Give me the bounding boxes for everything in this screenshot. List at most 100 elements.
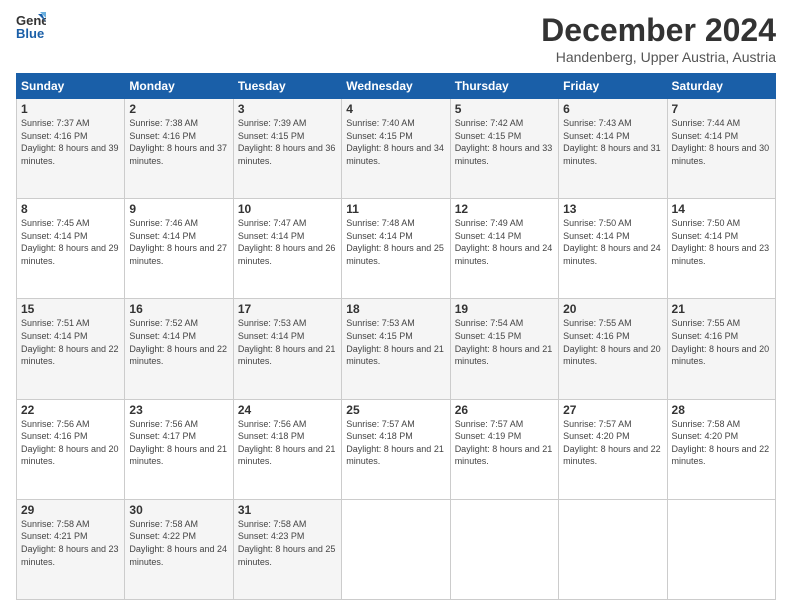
col-header-thursday: Thursday bbox=[450, 74, 558, 99]
cell-content: Sunrise: 7:45 AMSunset: 4:14 PMDaylight:… bbox=[21, 217, 120, 267]
cell-content: Sunrise: 7:46 AMSunset: 4:14 PMDaylight:… bbox=[129, 217, 228, 267]
cell-content: Sunrise: 7:42 AMSunset: 4:15 PMDaylight:… bbox=[455, 117, 554, 167]
week-row: 1Sunrise: 7:37 AMSunset: 4:16 PMDaylight… bbox=[17, 99, 776, 199]
calendar-cell: 25Sunrise: 7:57 AMSunset: 4:18 PMDayligh… bbox=[342, 399, 450, 499]
calendar-cell: 5Sunrise: 7:42 AMSunset: 4:15 PMDaylight… bbox=[450, 99, 558, 199]
day-number: 2 bbox=[129, 102, 228, 116]
calendar-cell: 2Sunrise: 7:38 AMSunset: 4:16 PMDaylight… bbox=[125, 99, 233, 199]
day-number: 21 bbox=[672, 302, 771, 316]
calendar-cell: 30Sunrise: 7:58 AMSunset: 4:22 PMDayligh… bbox=[125, 499, 233, 599]
logo-icon: General Blue bbox=[16, 12, 46, 40]
cell-content: Sunrise: 7:56 AMSunset: 4:17 PMDaylight:… bbox=[129, 418, 228, 468]
cell-content: Sunrise: 7:44 AMSunset: 4:14 PMDaylight:… bbox=[672, 117, 771, 167]
svg-text:Blue: Blue bbox=[16, 26, 44, 40]
calendar-cell bbox=[559, 499, 667, 599]
calendar-cell: 3Sunrise: 7:39 AMSunset: 4:15 PMDaylight… bbox=[233, 99, 341, 199]
cell-content: Sunrise: 7:52 AMSunset: 4:14 PMDaylight:… bbox=[129, 317, 228, 367]
cell-content: Sunrise: 7:43 AMSunset: 4:14 PMDaylight:… bbox=[563, 117, 662, 167]
main-title: December 2024 bbox=[541, 12, 776, 49]
day-number: 16 bbox=[129, 302, 228, 316]
calendar-table: SundayMondayTuesdayWednesdayThursdayFrid… bbox=[16, 73, 776, 600]
cell-content: Sunrise: 7:58 AMSunset: 4:22 PMDaylight:… bbox=[129, 518, 228, 568]
cell-content: Sunrise: 7:57 AMSunset: 4:20 PMDaylight:… bbox=[563, 418, 662, 468]
day-number: 20 bbox=[563, 302, 662, 316]
logo: General Blue bbox=[16, 12, 46, 40]
day-number: 14 bbox=[672, 202, 771, 216]
calendar-cell: 18Sunrise: 7:53 AMSunset: 4:15 PMDayligh… bbox=[342, 299, 450, 399]
subtitle: Handenberg, Upper Austria, Austria bbox=[541, 49, 776, 65]
calendar-cell: 23Sunrise: 7:56 AMSunset: 4:17 PMDayligh… bbox=[125, 399, 233, 499]
day-number: 1 bbox=[21, 102, 120, 116]
day-number: 30 bbox=[129, 503, 228, 517]
col-header-sunday: Sunday bbox=[17, 74, 125, 99]
calendar-cell: 20Sunrise: 7:55 AMSunset: 4:16 PMDayligh… bbox=[559, 299, 667, 399]
title-block: December 2024 Handenberg, Upper Austria,… bbox=[541, 12, 776, 65]
calendar-cell: 11Sunrise: 7:48 AMSunset: 4:14 PMDayligh… bbox=[342, 199, 450, 299]
week-row: 8Sunrise: 7:45 AMSunset: 4:14 PMDaylight… bbox=[17, 199, 776, 299]
calendar-cell: 19Sunrise: 7:54 AMSunset: 4:15 PMDayligh… bbox=[450, 299, 558, 399]
day-number: 28 bbox=[672, 403, 771, 417]
calendar-cell: 7Sunrise: 7:44 AMSunset: 4:14 PMDaylight… bbox=[667, 99, 775, 199]
week-row: 15Sunrise: 7:51 AMSunset: 4:14 PMDayligh… bbox=[17, 299, 776, 399]
day-number: 9 bbox=[129, 202, 228, 216]
day-number: 3 bbox=[238, 102, 337, 116]
day-number: 10 bbox=[238, 202, 337, 216]
day-number: 7 bbox=[672, 102, 771, 116]
cell-content: Sunrise: 7:37 AMSunset: 4:16 PMDaylight:… bbox=[21, 117, 120, 167]
page: General Blue December 2024 Handenberg, U… bbox=[0, 0, 792, 612]
cell-content: Sunrise: 7:47 AMSunset: 4:14 PMDaylight:… bbox=[238, 217, 337, 267]
day-number: 23 bbox=[129, 403, 228, 417]
cell-content: Sunrise: 7:56 AMSunset: 4:16 PMDaylight:… bbox=[21, 418, 120, 468]
cell-content: Sunrise: 7:56 AMSunset: 4:18 PMDaylight:… bbox=[238, 418, 337, 468]
calendar-cell: 26Sunrise: 7:57 AMSunset: 4:19 PMDayligh… bbox=[450, 399, 558, 499]
day-number: 27 bbox=[563, 403, 662, 417]
col-header-monday: Monday bbox=[125, 74, 233, 99]
cell-content: Sunrise: 7:58 AMSunset: 4:23 PMDaylight:… bbox=[238, 518, 337, 568]
calendar-cell bbox=[667, 499, 775, 599]
cell-content: Sunrise: 7:55 AMSunset: 4:16 PMDaylight:… bbox=[672, 317, 771, 367]
calendar-cell: 10Sunrise: 7:47 AMSunset: 4:14 PMDayligh… bbox=[233, 199, 341, 299]
calendar-cell: 24Sunrise: 7:56 AMSunset: 4:18 PMDayligh… bbox=[233, 399, 341, 499]
calendar-cell: 29Sunrise: 7:58 AMSunset: 4:21 PMDayligh… bbox=[17, 499, 125, 599]
cell-content: Sunrise: 7:50 AMSunset: 4:14 PMDaylight:… bbox=[563, 217, 662, 267]
calendar-cell: 16Sunrise: 7:52 AMSunset: 4:14 PMDayligh… bbox=[125, 299, 233, 399]
cell-content: Sunrise: 7:51 AMSunset: 4:14 PMDaylight:… bbox=[21, 317, 120, 367]
header: General Blue December 2024 Handenberg, U… bbox=[16, 12, 776, 65]
cell-content: Sunrise: 7:53 AMSunset: 4:14 PMDaylight:… bbox=[238, 317, 337, 367]
day-number: 17 bbox=[238, 302, 337, 316]
day-number: 24 bbox=[238, 403, 337, 417]
day-number: 18 bbox=[346, 302, 445, 316]
calendar-cell: 14Sunrise: 7:50 AMSunset: 4:14 PMDayligh… bbox=[667, 199, 775, 299]
cell-content: Sunrise: 7:57 AMSunset: 4:19 PMDaylight:… bbox=[455, 418, 554, 468]
cell-content: Sunrise: 7:54 AMSunset: 4:15 PMDaylight:… bbox=[455, 317, 554, 367]
cell-content: Sunrise: 7:58 AMSunset: 4:21 PMDaylight:… bbox=[21, 518, 120, 568]
cell-content: Sunrise: 7:40 AMSunset: 4:15 PMDaylight:… bbox=[346, 117, 445, 167]
cell-content: Sunrise: 7:38 AMSunset: 4:16 PMDaylight:… bbox=[129, 117, 228, 167]
day-number: 31 bbox=[238, 503, 337, 517]
day-number: 25 bbox=[346, 403, 445, 417]
cell-content: Sunrise: 7:57 AMSunset: 4:18 PMDaylight:… bbox=[346, 418, 445, 468]
calendar-cell: 31Sunrise: 7:58 AMSunset: 4:23 PMDayligh… bbox=[233, 499, 341, 599]
cell-content: Sunrise: 7:49 AMSunset: 4:14 PMDaylight:… bbox=[455, 217, 554, 267]
day-number: 5 bbox=[455, 102, 554, 116]
calendar-cell: 4Sunrise: 7:40 AMSunset: 4:15 PMDaylight… bbox=[342, 99, 450, 199]
calendar-cell: 22Sunrise: 7:56 AMSunset: 4:16 PMDayligh… bbox=[17, 399, 125, 499]
cell-content: Sunrise: 7:55 AMSunset: 4:16 PMDaylight:… bbox=[563, 317, 662, 367]
day-number: 22 bbox=[21, 403, 120, 417]
calendar-cell: 21Sunrise: 7:55 AMSunset: 4:16 PMDayligh… bbox=[667, 299, 775, 399]
calendar-cell bbox=[450, 499, 558, 599]
calendar-cell: 1Sunrise: 7:37 AMSunset: 4:16 PMDaylight… bbox=[17, 99, 125, 199]
day-number: 12 bbox=[455, 202, 554, 216]
week-row: 22Sunrise: 7:56 AMSunset: 4:16 PMDayligh… bbox=[17, 399, 776, 499]
col-header-saturday: Saturday bbox=[667, 74, 775, 99]
day-number: 15 bbox=[21, 302, 120, 316]
cell-content: Sunrise: 7:50 AMSunset: 4:14 PMDaylight:… bbox=[672, 217, 771, 267]
calendar-cell: 8Sunrise: 7:45 AMSunset: 4:14 PMDaylight… bbox=[17, 199, 125, 299]
day-number: 4 bbox=[346, 102, 445, 116]
day-number: 6 bbox=[563, 102, 662, 116]
calendar-cell: 13Sunrise: 7:50 AMSunset: 4:14 PMDayligh… bbox=[559, 199, 667, 299]
calendar-cell bbox=[342, 499, 450, 599]
day-number: 13 bbox=[563, 202, 662, 216]
col-header-wednesday: Wednesday bbox=[342, 74, 450, 99]
cell-content: Sunrise: 7:48 AMSunset: 4:14 PMDaylight:… bbox=[346, 217, 445, 267]
